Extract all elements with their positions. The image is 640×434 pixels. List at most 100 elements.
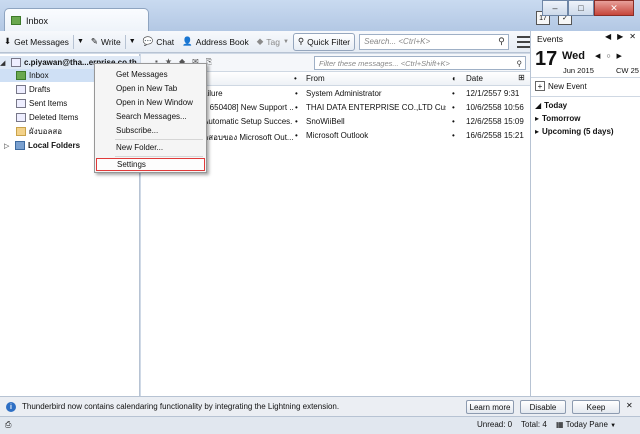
folder-label: ผังบอลสอ (29, 127, 63, 136)
prev-icon[interactable]: ◀ (605, 32, 611, 41)
download-icon: ⬇ (4, 36, 12, 46)
search-icon: ⚲ (516, 58, 523, 68)
menu-separator (115, 156, 203, 157)
tab-label: Inbox (26, 15, 49, 26)
column-from[interactable]: From (306, 74, 325, 83)
chevron-down-icon: ▼ (282, 38, 289, 45)
chevron-down-icon: ▼ (128, 38, 136, 45)
write-label: Write (101, 36, 121, 47)
folder-context-menu: Get Messages Open in New Tab Open in New… (94, 63, 207, 173)
address-book-button[interactable]: 👤 Address Book (178, 33, 253, 51)
expand-icon[interactable]: ▷ (4, 142, 12, 150)
today-pane-toggle[interactable]: ▦ Today Pane ▼ (556, 420, 616, 429)
filter-icon: ⚲ (297, 36, 305, 46)
disable-button[interactable]: Disable (520, 400, 566, 414)
chevron-down-icon: ▼ (76, 38, 84, 45)
minimize-button[interactable]: – (542, 0, 568, 16)
event-group-tomorrow[interactable]: ▸ Tomorrow (535, 114, 581, 123)
trash-icon (16, 113, 26, 122)
new-event-button[interactable]: + New Event (535, 81, 587, 91)
collapse-icon: ◢ (535, 101, 542, 110)
notification-text: Thunderbird now contains calendaring fun… (22, 402, 340, 411)
learn-more-button[interactable]: Learn more (466, 400, 514, 414)
mail-account-icon (11, 58, 21, 67)
divider (531, 77, 640, 78)
sent-icon (16, 99, 26, 108)
folder-label: Drafts (29, 85, 51, 94)
event-group-today[interactable]: ◢ Today (535, 101, 567, 110)
inbox-icon (11, 16, 21, 25)
address-book-label: Address Book (195, 36, 249, 47)
thread-col-icon[interactable]: • (294, 74, 297, 83)
person-icon: 👤 (182, 36, 193, 46)
notification-bar: i Thunderbird now contains calendaring f… (0, 396, 640, 416)
menu-item-get-messages[interactable]: Get Messages (96, 68, 205, 81)
menu-separator (115, 139, 203, 140)
event-day: 17 (535, 48, 558, 70)
search-placeholder: Search... <Ctrl+K> (364, 37, 431, 46)
menu-item-settings[interactable]: Settings (96, 158, 205, 171)
local-folders-icon (15, 141, 25, 150)
quick-filter-label: Quick Filter (307, 36, 351, 47)
unread-count: Unread: 0 (477, 420, 513, 429)
tag-icon: ◆ (256, 36, 264, 46)
app-menu-button[interactable] (516, 35, 530, 48)
column-picker-icon[interactable]: ⊞ (518, 73, 525, 82)
write-dropdown[interactable]: ▼ (124, 34, 139, 49)
column-date[interactable]: Date (466, 74, 483, 83)
junk-col-icon[interactable]: ◐ (452, 74, 457, 83)
folder-icon (16, 127, 26, 136)
main-toolbar: ⬇ Get Messages ▼ ✎ Write ▼ 💬 Chat 👤 Addr… (0, 31, 530, 53)
divider (531, 96, 640, 97)
drafts-icon (16, 85, 26, 94)
chat-label: Chat (156, 36, 175, 47)
new-event-label: New Event (548, 81, 587, 91)
menu-item-open-new-tab[interactable]: Open in New Tab (96, 82, 205, 95)
write-button[interactable]: ✎ Write (87, 33, 125, 51)
info-icon: i (6, 402, 16, 412)
get-messages-label: Get Messages (14, 36, 69, 47)
maximize-button[interactable]: □ (568, 0, 594, 16)
close-button[interactable]: ✕ (594, 0, 634, 16)
calendar-icon: ▦ (556, 420, 564, 429)
folder-label: Deleted Items (29, 113, 79, 122)
tag-button[interactable]: ◆ Tag ▼ (253, 33, 293, 51)
status-bar: ⎙ Unread: 0 Total: 4 ▦ Today Pane ▼ (0, 416, 640, 434)
collapse-icon[interactable]: ◢ (0, 59, 8, 67)
menu-item-new-folder[interactable]: New Folder... (96, 141, 205, 154)
chat-icon: 💬 (142, 36, 154, 46)
day-nav-icons[interactable]: ◀ ○ ▶ (595, 52, 624, 60)
next-icon[interactable]: ▶ (617, 32, 623, 41)
tag-label: Tag (266, 36, 280, 47)
events-pane: Events ◀ ▶ ✕ 17 Wed ◀ ○ ▶ Jun 2015 CW 25… (530, 31, 640, 396)
menu-item-search-messages[interactable]: Search Messages... (96, 110, 205, 123)
expand-icon: ▸ (535, 127, 540, 136)
chevron-down-icon: ▼ (610, 423, 617, 429)
event-group-upcoming[interactable]: ▸ Upcoming (5 days) (535, 127, 614, 136)
event-week: CW 25 (616, 66, 639, 75)
search-input[interactable]: Search... <Ctrl+K> ⚲ (359, 33, 509, 50)
expand-icon: ▸ (535, 114, 540, 123)
tab-inbox[interactable]: Inbox (4, 8, 149, 32)
quick-filter-button[interactable]: ⚲ Quick Filter (292, 32, 356, 51)
keep-button[interactable]: Keep (572, 400, 620, 414)
folder-label: Sent Items (29, 99, 68, 108)
window-controls: – □ ✕ (542, 0, 634, 16)
events-nav: ◀ ▶ ✕ (605, 32, 636, 41)
filter-placeholder: Filter these messages... <Ctrl+Shift+K> (319, 58, 450, 68)
plus-icon: + (535, 81, 545, 91)
get-messages-button[interactable]: ⬇ Get Messages (0, 33, 73, 51)
local-folders-label: Local Folders (28, 141, 81, 150)
filter-messages-input[interactable]: Filter these messages... <Ctrl+Shift+K> … (314, 56, 526, 70)
get-messages-dropdown[interactable]: ▼ (72, 34, 87, 49)
menu-item-open-new-window[interactable]: Open in New Window (96, 96, 205, 109)
close-icon[interactable]: ✕ (626, 401, 633, 410)
pencil-icon: ✎ (90, 36, 98, 46)
connection-icon[interactable]: ⎙ (5, 420, 11, 430)
chat-button[interactable]: 💬 Chat (139, 33, 179, 51)
menu-item-subscribe[interactable]: Subscribe... (96, 124, 205, 137)
search-icon: ⚲ (498, 36, 505, 46)
inbox-icon (16, 71, 26, 80)
close-icon[interactable]: ✕ (629, 32, 636, 41)
event-month-year: Jun 2015 (563, 66, 594, 75)
